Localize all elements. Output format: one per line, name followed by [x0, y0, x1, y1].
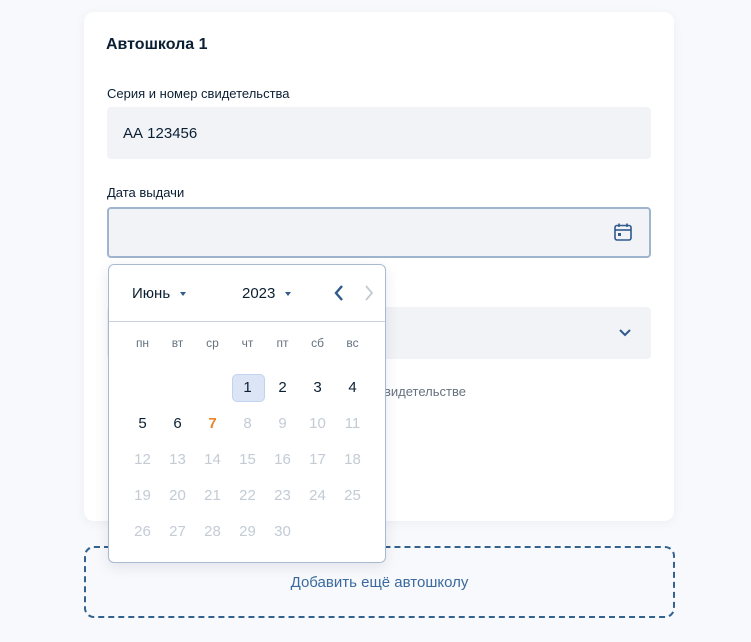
day-number: 4: [348, 378, 357, 396]
day-number: 30: [274, 522, 291, 540]
day-number: 1: [243, 378, 252, 396]
day-number: 29: [239, 522, 256, 540]
day-number: 8: [243, 414, 252, 432]
weekday-label: вс: [346, 336, 359, 350]
empty-day-cell: [160, 369, 195, 405]
day-cell: 19: [125, 477, 160, 513]
hint-text: видетельстве: [384, 384, 466, 399]
day-number: 18: [344, 450, 361, 468]
day-number: 15: [239, 450, 256, 468]
day-number: 22: [239, 486, 256, 504]
day-cell[interactable]: 5: [125, 405, 160, 441]
day-cell: 9: [265, 405, 300, 441]
day-cell[interactable]: 1: [230, 369, 265, 405]
day-cell: 29: [230, 513, 265, 549]
weekday-label: чт: [241, 336, 254, 350]
day-cell[interactable]: 6: [160, 405, 195, 441]
day-cell[interactable]: 2: [265, 369, 300, 405]
empty-day-cell: [195, 369, 230, 405]
certificate-label: Серия и номер свидетельства: [107, 86, 290, 101]
year-select[interactable]: 2023: [242, 285, 292, 302]
day-cell: 26: [125, 513, 160, 549]
weekday-label: вт: [171, 336, 184, 350]
days-grid: 1 2 3 4 5 6 7 8 9 10 11 12 13 14 15 16 17 18 19 20 21 22 23 24 2…: [125, 369, 371, 549]
issue-date-input[interactable]: [107, 207, 651, 258]
empty-day-cell: [335, 513, 370, 549]
week-row: 26 27 28 29 30: [125, 513, 371, 549]
day-number: 25: [344, 486, 361, 504]
day-number: 12: [134, 450, 151, 468]
datepicker-header: Июнь 2023: [109, 265, 385, 322]
day-number: 2: [278, 378, 287, 396]
day-number: 24: [309, 486, 326, 504]
issue-date-label: Дата выдачи: [107, 185, 185, 200]
chevron-right-icon: [365, 285, 374, 301]
day-cell: 8: [230, 405, 265, 441]
day-number: 14: [204, 450, 221, 468]
day-number: 5: [138, 414, 147, 432]
week-row: 1 2 3 4: [125, 369, 371, 405]
day-number: 10: [309, 414, 326, 432]
day-cell: 21: [195, 477, 230, 513]
day-number: 13: [169, 450, 186, 468]
day-cell: 12: [125, 441, 160, 477]
day-cell: 14: [195, 441, 230, 477]
caret-down-icon: [285, 291, 292, 296]
day-number: 23: [274, 486, 291, 504]
day-cell: 11: [335, 405, 370, 441]
day-number: 19: [134, 486, 151, 504]
day-cell: 24: [300, 477, 335, 513]
add-driving-school-label: Добавить ещё автошколу: [290, 573, 469, 591]
datepicker-popup: Июнь 2023 пн вт ср чт пт сб вс 1 2 3 4 5 6 7 8 9 10 11 12…: [108, 264, 386, 563]
day-number: 28: [204, 522, 221, 540]
day-number: 3: [313, 378, 322, 396]
day-number: 26: [134, 522, 151, 540]
week-row: 19 20 21 22 23 24 25: [125, 477, 371, 513]
calendar-icon[interactable]: [613, 222, 633, 242]
day-cell: 27: [160, 513, 195, 549]
week-row: 12 13 14 15 16 17 18: [125, 441, 371, 477]
day-number: 6: [173, 414, 182, 432]
day-cell[interactable]: 4: [335, 369, 370, 405]
chevron-left-icon[interactable]: [331, 283, 347, 303]
certificate-input[interactable]: АА 123456: [107, 107, 651, 159]
day-cell: 16: [265, 441, 300, 477]
week-row: 5 6 7 8 9 10 11: [125, 405, 371, 441]
day-cell: 10: [300, 405, 335, 441]
day-number: 16: [274, 450, 291, 468]
empty-day-cell: [300, 513, 335, 549]
weekday-label: пт: [276, 336, 289, 350]
day-number: 17: [309, 450, 326, 468]
day-cell: 28: [195, 513, 230, 549]
day-cell: 23: [265, 477, 300, 513]
empty-day-cell: [125, 369, 160, 405]
day-cell[interactable]: 7: [195, 405, 230, 441]
day-cell: 30: [265, 513, 300, 549]
weekday-label: пн: [135, 336, 150, 350]
card-title: Автошкола 1: [106, 36, 208, 53]
month-select[interactable]: Июнь: [132, 285, 187, 302]
day-number: 7: [208, 414, 217, 432]
day-cell: 20: [160, 477, 195, 513]
day-cell: 15: [230, 441, 265, 477]
day-number: 20: [169, 486, 186, 504]
certificate-value: АА 123456: [123, 124, 198, 142]
day-cell: 18: [335, 441, 370, 477]
day-cell: 17: [300, 441, 335, 477]
day-number: 9: [278, 414, 287, 432]
day-number: 27: [169, 522, 186, 540]
day-cell: 25: [335, 477, 370, 513]
weekday-label: сб: [311, 336, 324, 350]
day-cell: 13: [160, 441, 195, 477]
month-label: Июнь: [132, 285, 171, 302]
day-cell[interactable]: 3: [300, 369, 335, 405]
day-number: 11: [344, 414, 361, 432]
day-cell: 22: [230, 477, 265, 513]
day-number: 21: [204, 486, 221, 504]
chevron-down-icon: [619, 329, 631, 337]
weekday-label: ср: [206, 336, 219, 350]
caret-down-icon: [180, 291, 187, 296]
year-label: 2023: [242, 285, 276, 302]
weekday-header: пн вт ср чт пт сб вс: [125, 336, 371, 352]
